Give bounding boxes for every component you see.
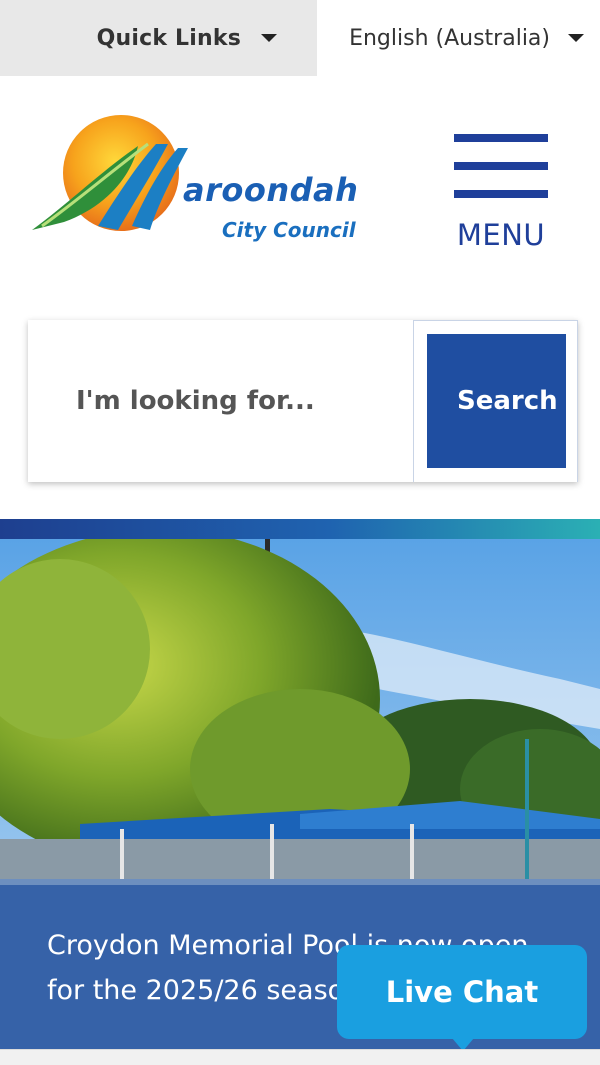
site-header: aroondah City Council MENU	[0, 76, 600, 296]
search-button-wrap: Search	[413, 320, 578, 482]
page-bottom-edge	[0, 1049, 600, 1065]
search-input[interactable]	[28, 320, 413, 482]
logo-subtitle: City Council	[222, 218, 356, 242]
quick-links-dropdown[interactable]: Quick Links	[0, 0, 317, 76]
language-selector[interactable]: English (Australia)	[317, 0, 600, 76]
logo-name: aroondah	[183, 171, 359, 209]
gradient-divider	[0, 519, 600, 539]
maroondah-logo[interactable]: aroondah City Council	[28, 114, 378, 254]
top-bar: Quick Links English (Australia)	[0, 0, 600, 76]
search-box: Search	[28, 320, 578, 482]
search-button[interactable]: Search	[427, 334, 566, 468]
language-label: English (Australia)	[349, 25, 550, 51]
hamburger-icon	[454, 134, 548, 142]
quick-links-label: Quick Links	[96, 25, 241, 51]
menu-button[interactable]: MENU	[452, 128, 550, 254]
caret-down-icon	[568, 34, 584, 42]
live-chat-button[interactable]: Live Chat	[337, 945, 587, 1039]
menu-label: MENU	[456, 218, 546, 252]
caret-down-icon	[261, 34, 277, 42]
